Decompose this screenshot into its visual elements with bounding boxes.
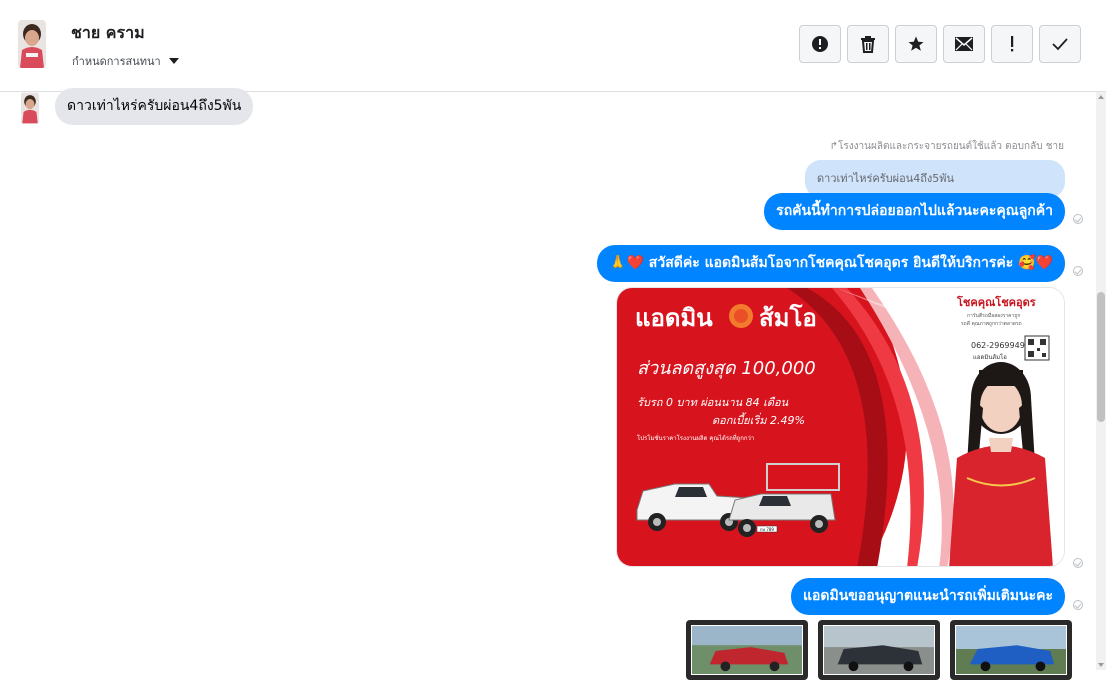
- important-button[interactable]: [991, 25, 1033, 63]
- scroll-thumb[interactable]: [1097, 292, 1105, 422]
- conversation-header: ชาย คราม กำหนดการสนทนา: [0, 0, 1106, 92]
- phone-label: แอดมินส้มโอ: [973, 353, 1007, 361]
- promo-title: แอดมิน: [635, 304, 713, 332]
- scroll-down-arrow[interactable]: [1098, 663, 1104, 667]
- car-thumbnail[interactable]: [686, 620, 808, 680]
- seen-check-icon: [1073, 266, 1083, 276]
- caret-down-icon: [168, 58, 179, 64]
- check-icon: [1052, 38, 1068, 51]
- done-button[interactable]: [1039, 25, 1081, 63]
- reply-meta: ↱โรงงานผลิตและกระจายรถยนต์ใช้แล้ว ตอบกลั…: [829, 141, 1064, 152]
- car-thumbnail[interactable]: [950, 620, 1072, 680]
- car-thumbnail[interactable]: [818, 620, 940, 680]
- incoming-message[interactable]: ดาวเท่าไหร่ครับผ่อน4ถึง5พัน: [55, 88, 254, 125]
- scroll-up-arrow[interactable]: [1098, 95, 1104, 99]
- assign-conversation-dropdown[interactable]: กำหนดการสนทนา: [72, 52, 179, 70]
- trash-icon: [861, 36, 875, 53]
- promo-interest: ดอกเบี้ยเริ่ม 2.49%: [712, 412, 805, 427]
- mark-unread-button[interactable]: [943, 25, 985, 63]
- outgoing-message[interactable]: แอดมินขออนุญาตแนะนำรถเพิ่มเติมนะคะ: [790, 578, 1065, 615]
- spam-button[interactable]: [799, 25, 841, 63]
- delete-button[interactable]: [847, 25, 889, 63]
- promo-terms: รับรถ 0 บาท ผ่อนนาน 84 เดือน: [637, 396, 789, 409]
- alert-circle-icon: [812, 36, 828, 52]
- contact-name: ชาย คราม: [71, 23, 145, 42]
- seen-check-icon: [1073, 600, 1083, 610]
- chat-scrollbar[interactable]: [1096, 92, 1106, 670]
- brand-sub-2: รถดี คุณภาพถูกกว่าตลาดรถ: [961, 320, 1022, 327]
- seen-check-icon: [1073, 558, 1083, 568]
- outgoing-message[interactable]: รถคันนี้ทำการปล่อยออกไปแล้วนะคะคุณลูกค้า: [764, 193, 1065, 230]
- phone-number: 062-2969949: [971, 341, 1025, 350]
- brand-name: โชคคุณโชคอุดร: [956, 295, 1036, 310]
- brand-sub: การันตีรถมือสองราคาถูก: [967, 312, 1020, 319]
- promo-image[interactable]: แอดมิน ส้มโอ ส่วนลดสูงสุด 100,000 รับรถ …: [616, 287, 1065, 567]
- reply-arrow-icon: ↱: [829, 141, 838, 152]
- seen-check-icon: [1073, 214, 1083, 224]
- plate-number: กษ 789: [760, 527, 774, 532]
- exclamation-icon: [1011, 36, 1014, 52]
- assign-label: กำหนดการสนทนา: [72, 55, 161, 68]
- promo-title-2: ส้มโอ: [759, 303, 817, 332]
- contact-avatar[interactable]: [18, 20, 46, 68]
- star-button[interactable]: [895, 25, 937, 63]
- promo-discount: ส่วนลดสูงสุด 100,000: [637, 358, 816, 379]
- sender-avatar: [21, 92, 39, 124]
- star-icon: [908, 36, 924, 51]
- outgoing-message[interactable]: 🙏❤️ สวัสดีค่ะ แอดมินส้มโอจากโชคคุณโชคอุด…: [597, 245, 1065, 282]
- promo-fineprint: โปรโมชั่นราคาโรงงานผลิต คุณได้รถที่ถูกกว…: [637, 434, 754, 442]
- envelope-icon: [955, 37, 973, 51]
- car-thumbnails: [686, 620, 1072, 680]
- conversation-actions: [799, 25, 1081, 63]
